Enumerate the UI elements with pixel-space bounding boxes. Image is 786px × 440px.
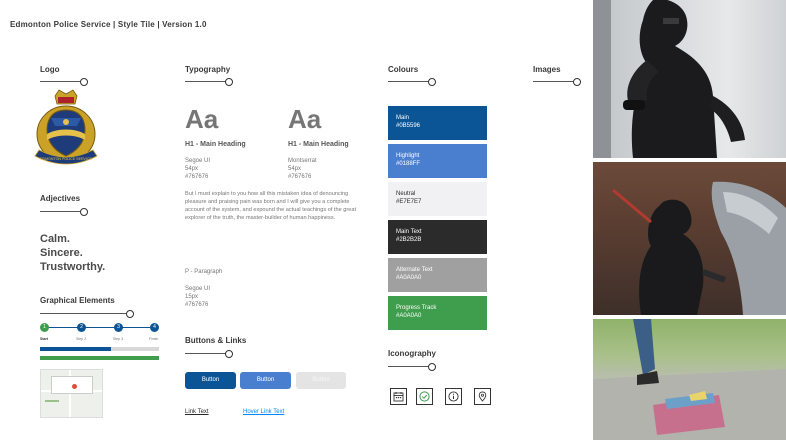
calendar-icon — [390, 388, 407, 405]
font-1-color: #767676 — [185, 174, 209, 180]
paragraph-color: #767676 — [185, 302, 209, 308]
info-icon — [445, 388, 462, 405]
graphical-slider[interactable] — [40, 310, 134, 318]
stepper-line — [44, 327, 154, 328]
font-2-family: Montserrat — [288, 158, 317, 164]
logo-heading: Logo — [40, 65, 60, 74]
swatch-neutral: Neutral #E7E7E7 — [388, 182, 487, 216]
swatch-neutral-name: Neutral — [396, 191, 416, 197]
font-sample-segoe: Aa — [185, 104, 219, 134]
step-label-3: Step 3 — [113, 337, 124, 341]
font-1-size: 54px — [185, 166, 199, 172]
images-heading: Images — [533, 65, 561, 74]
iconography-slider[interactable] — [388, 363, 436, 371]
graphical-elements-heading: Graphical Elements — [40, 296, 115, 305]
font-1-family: Segoe UI — [185, 158, 211, 164]
buttons-links-heading: Buttons & Links — [185, 336, 247, 345]
map-pin-icon — [474, 388, 491, 405]
photo-thief-car — [593, 162, 786, 315]
swatch-highlight: Highlight #0188FF — [388, 144, 487, 178]
hover-link-text[interactable]: Hover Link Text — [243, 409, 284, 415]
photo-burglar-door — [593, 0, 786, 158]
step-label-2: Step 2 — [76, 337, 87, 341]
map-marker-icon — [72, 384, 77, 389]
adjectives-slider[interactable] — [40, 208, 88, 216]
swatch-main: Main #0B5596 — [388, 106, 487, 140]
swatch-alternate-text-hex: #A0A0A0 — [396, 275, 422, 281]
swatch-main-text-hex: #2B2B2B — [396, 237, 422, 243]
font-1-specs: Segoe UI 54px #767676 — [185, 157, 210, 181]
step-4[interactable]: 4 — [150, 323, 159, 332]
colours-heading: Colours — [388, 65, 419, 74]
check-circle-icon — [416, 388, 433, 405]
images-slider[interactable] — [533, 78, 581, 86]
swatch-progress-track: Progress Track #A0A0A0 — [388, 296, 487, 330]
paragraph-specs: Segoe UI 15px #767676 — [185, 285, 210, 309]
iconography-heading: Iconography — [388, 349, 437, 358]
progress-bar-track — [40, 347, 159, 351]
colours-slider[interactable] — [388, 78, 436, 86]
step-3[interactable]: 3 — [114, 323, 123, 332]
buttons-slider[interactable] — [185, 350, 233, 358]
step-label-finish: Finish — [149, 337, 159, 341]
swatch-main-name: Main — [396, 115, 410, 121]
font-2-size: 54px — [288, 166, 302, 172]
link-text[interactable]: Link Text — [185, 409, 209, 415]
typography-slider[interactable] — [185, 78, 233, 86]
swatch-neutral-hex: #E7E7E7 — [396, 199, 422, 205]
map-thumbnail — [40, 369, 103, 418]
crest-banner-text: EDMONTON POLICE SERVICE — [40, 157, 92, 161]
swatch-alternate-text-name: Alternate Text — [396, 267, 433, 273]
swatch-alternate-text: Alternate Text #A0A0A0 — [388, 258, 487, 292]
adjective-trustworthy: Trustworthy. — [40, 261, 106, 273]
hover-button[interactable]: Button — [240, 372, 291, 389]
paragraph-label: P - Paragraph — [185, 269, 223, 275]
typography-heading: Typography — [185, 65, 231, 74]
adjectives-heading: Adjectives — [40, 194, 81, 203]
step-label-start: Start — [40, 337, 48, 341]
swatch-main-text: Main Text #2B2B2B — [388, 220, 487, 254]
paragraph-size: 15px — [185, 294, 199, 300]
photo-dropped-wallet — [593, 319, 786, 440]
adjective-sincere: Sincere. — [40, 247, 83, 259]
complete-progress-bar — [40, 356, 159, 360]
body-text-sample: But I must explain to you how all this m… — [185, 191, 357, 221]
font-2-color: #767676 — [288, 174, 312, 180]
logo-slider[interactable] — [40, 78, 88, 86]
swatch-highlight-hex: #0188FF — [396, 161, 421, 167]
font-2-label: H1 - Main Heading — [288, 141, 349, 148]
eps-crest-logo: EDMONTON POLICE SERVICE — [34, 89, 98, 165]
disabled-button[interactable]: Button — [296, 372, 346, 389]
primary-button[interactable]: Button — [185, 372, 236, 389]
adjective-calm: Calm. — [40, 233, 70, 245]
progress-bar-fill — [40, 347, 112, 351]
paragraph-family: Segoe UI — [185, 286, 211, 292]
page-title: Edmonton Police Service | Style Tile | V… — [10, 20, 207, 29]
step-1[interactable]: 1 — [40, 323, 49, 332]
swatch-highlight-name: Highlight — [396, 153, 420, 159]
font-sample-montserrat: Aa — [288, 104, 322, 134]
font-2-specs: Montserrat 54px #767676 — [288, 157, 317, 181]
swatch-main-hex: #0B5596 — [396, 123, 421, 129]
font-1-label: H1 - Main Heading — [185, 141, 246, 148]
step-2[interactable]: 2 — [77, 323, 86, 332]
swatch-progress-track-name: Progress Track — [396, 305, 437, 311]
swatch-main-text-name: Main Text — [396, 229, 422, 235]
swatch-progress-track-hex: #A0A0A0 — [396, 313, 422, 319]
